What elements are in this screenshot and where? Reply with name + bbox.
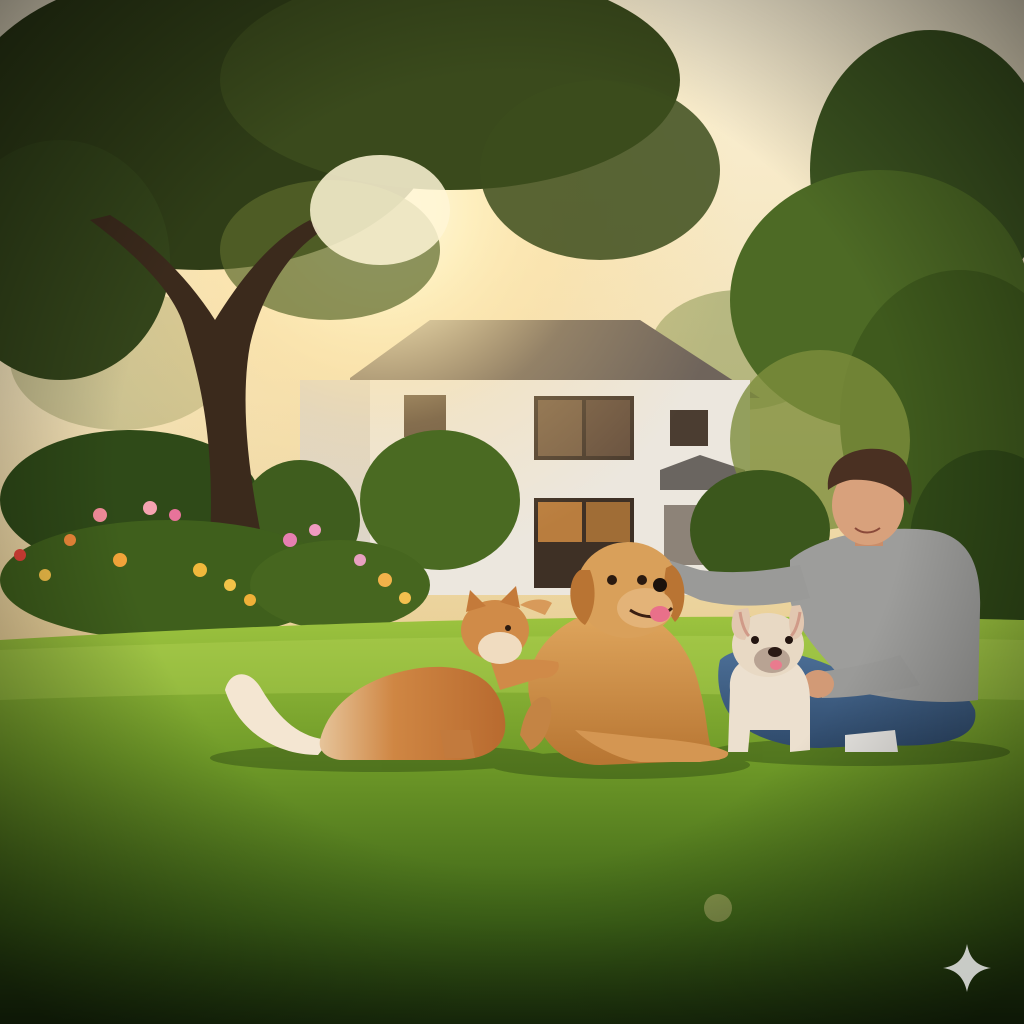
- vignette: [0, 0, 1024, 1024]
- photo-scene: [0, 0, 1024, 1024]
- garden-photo: [0, 0, 1024, 1024]
